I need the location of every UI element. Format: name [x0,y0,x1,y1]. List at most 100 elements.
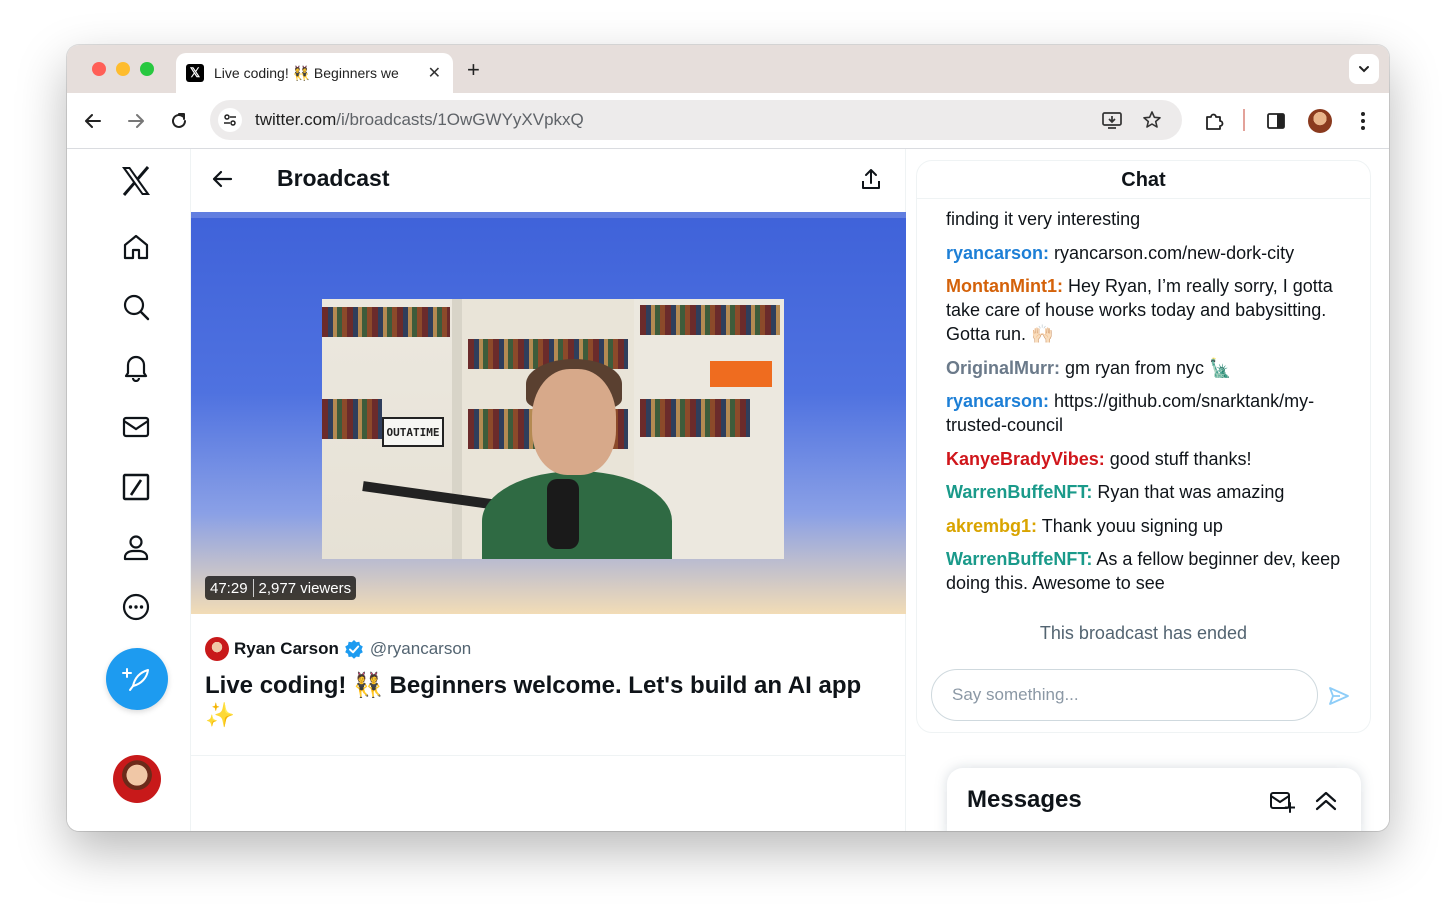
chat-message: OriginalMurr: gm ryan from nyc 🗽 [946,356,1346,380]
chat-text: good stuff thanks! [1104,448,1252,469]
profile-icon[interactable] [120,531,152,563]
arrow-left-icon [85,114,101,128]
tab-search-button[interactable] [1349,54,1379,84]
kebab-menu-icon [1361,112,1365,130]
expand-drawer-icon[interactable] [1313,788,1339,814]
author-handle[interactable]: @ryancarson [370,639,471,659]
chat-input[interactable]: Say something... [931,669,1318,721]
chat-text: gm ryan from nyc 🗽 [1060,357,1232,378]
feather-plus-icon [122,668,149,691]
minimize-window-button[interactable] [116,62,130,76]
broadcast-title: Live coding! 👯 Beginners welcome. Let's … [205,672,862,729]
chat-message: WarrenBuffeNFT: Ryan that was amazing [946,480,1346,504]
verified-badge-icon [345,640,363,659]
puzzle-icon [1206,113,1224,130]
viewer-count: 2,977 viewers [258,579,352,597]
toolbar-divider [1243,109,1245,131]
browser-menu-button[interactable] [1349,107,1377,135]
install-app-icon[interactable] [1100,108,1124,132]
notifications-bell-icon[interactable] [120,351,152,383]
books-row [322,307,450,337]
extensions-button[interactable] [1200,107,1228,135]
more-options-icon[interactable] [120,591,152,623]
reload-button[interactable] [165,107,193,135]
author-name[interactable]: Ryan Carson [234,639,339,659]
books-row [640,399,750,437]
search-icon[interactable] [120,291,152,323]
left-navigation [67,149,191,831]
chat-text: Ryan that was amazing [1092,482,1285,502]
side-panel-button[interactable] [1262,107,1290,135]
video-duration: 47:29 [210,579,248,597]
orange-sign [710,361,772,387]
chat-message: ryancarson: https://github.com/snarktank… [946,389,1346,437]
tab-title: Live coding! 👯 Beginners we [214,64,399,81]
reload-icon [172,113,186,128]
mail-icon[interactable] [120,411,152,443]
author-avatar[interactable] [205,637,229,661]
tab-close-icon[interactable]: ✕ [428,63,441,83]
close-window-button[interactable] [92,62,106,76]
chat-username[interactable]: WarrenBuffeNFT: [946,549,1092,569]
home-icon[interactable] [120,231,152,263]
chat-message-list[interactable]: finding it very interesting ryancarson: … [946,207,1346,605]
messages-title: Messages [967,786,1082,813]
broadcast-ended-notice: This broadcast has ended [1039,623,1248,643]
broadcast-header: Broadcast [191,149,905,209]
chat-username[interactable]: ryancarson: [946,243,1049,263]
chevron-down-icon [1359,66,1369,73]
maximize-window-button[interactable] [140,62,154,76]
profile-avatar [1308,109,1332,133]
new-message-icon[interactable] [1269,788,1295,814]
x-logo-icon[interactable] [120,165,152,197]
video-stats-badge: 47:29 2,977 viewers [205,576,357,600]
chat-username[interactable]: OriginalMurr: [946,358,1060,378]
profile-button[interactable] [1306,107,1334,135]
site-settings-icon[interactable] [218,108,242,132]
webcam-feed: OUTATIME [322,299,784,559]
chat-message: akrembg1: Thank youu signing up [946,514,1346,538]
browser-window: 𝕏 Live coding! 👯 Beginners we ✕ + twitte… [67,45,1389,831]
back-arrow-icon[interactable] [209,166,235,192]
arrow-right-icon [128,114,144,128]
post-author[interactable]: Ryan Carson @ryancarson [205,637,471,661]
url-path: /i/broadcasts/1OwGWYyXVpkxQ [336,110,584,129]
url-host: twitter.com [255,110,337,129]
back-button[interactable] [79,107,107,135]
person-head [532,369,616,475]
chat-panel: Chat finding it very interesting ryancar… [916,160,1371,733]
compose-post-button[interactable] [106,648,168,710]
chat-username[interactable]: KanyeBradyVibes: [946,449,1105,469]
side-panel-icon [1267,113,1285,129]
chat-message: KanyeBradyVibes: good stuff thanks! [946,447,1346,471]
new-tab-button[interactable]: + [467,57,480,83]
chat-message: finding it very interesting [946,207,1346,231]
browser-toolbar: twitter.com/i/broadcasts/1OwGWYyXVpkxQ [67,93,1389,149]
broadcast-video[interactable]: OUTATIME 47:29 2,977 viewers [191,212,906,614]
grok-icon[interactable] [120,471,152,503]
microphone [547,479,579,549]
active-tab[interactable]: 𝕏 Live coding! 👯 Beginners we ✕ [176,53,453,93]
messages-drawer[interactable]: Messages [947,768,1361,831]
account-avatar[interactable] [113,755,161,803]
chat-username[interactable]: MontanMint1: [946,276,1063,296]
chat-username[interactable]: ryancarson: [946,391,1049,411]
content-divider [191,755,905,756]
share-icon[interactable] [859,167,883,191]
page-title: Broadcast [277,165,390,191]
send-icon[interactable] [1327,684,1351,708]
books-row [322,399,382,439]
chat-text: Thank youu signing up [1037,515,1223,536]
chat-message: MontanMint1: Hey Ryan, I’m really sorry,… [946,274,1346,346]
main-column: Broadcast OUTATIME 47:29 2,977 viewers R… [191,149,906,831]
address-bar[interactable]: twitter.com/i/broadcasts/1OwGWYyXVpkxQ [210,100,1182,140]
x-favicon-icon: 𝕏 [186,64,204,82]
chat-username[interactable]: WarrenBuffeNFT: [946,482,1092,502]
chat-username[interactable]: akrembg1: [946,516,1037,536]
forward-button[interactable] [122,107,150,135]
bookmark-star-icon[interactable] [1140,108,1164,132]
video-menubar [191,212,906,218]
url-text[interactable]: twitter.com/i/broadcasts/1OwGWYyXVpkxQ [255,110,584,130]
books-row [640,305,780,335]
chat-message: WarrenBuffeNFT: As a fellow beginner dev… [946,547,1346,595]
